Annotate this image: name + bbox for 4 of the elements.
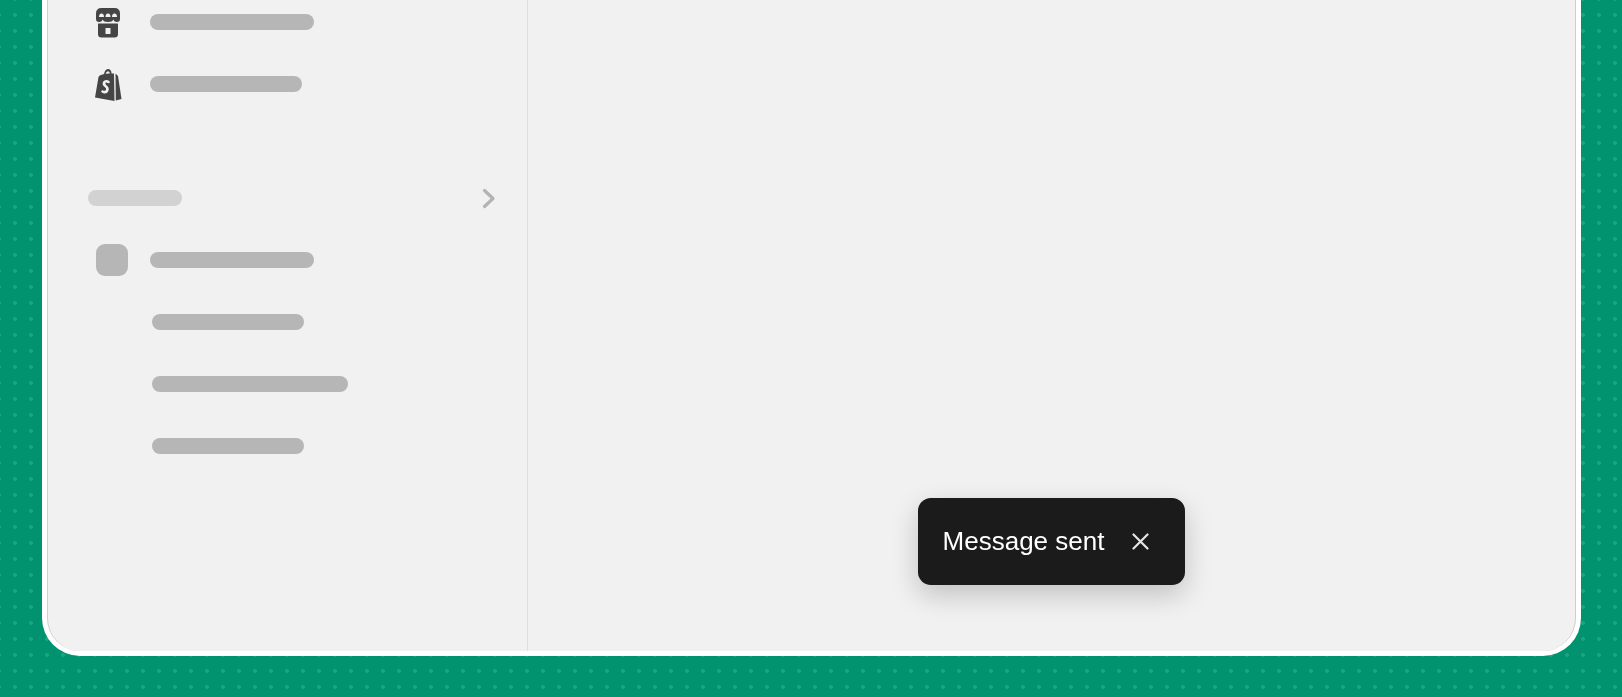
toast-message: Message sent (942, 525, 1105, 558)
shopping-bag-icon (94, 67, 122, 101)
close-icon (1132, 533, 1150, 550)
store-icon (94, 6, 122, 38)
